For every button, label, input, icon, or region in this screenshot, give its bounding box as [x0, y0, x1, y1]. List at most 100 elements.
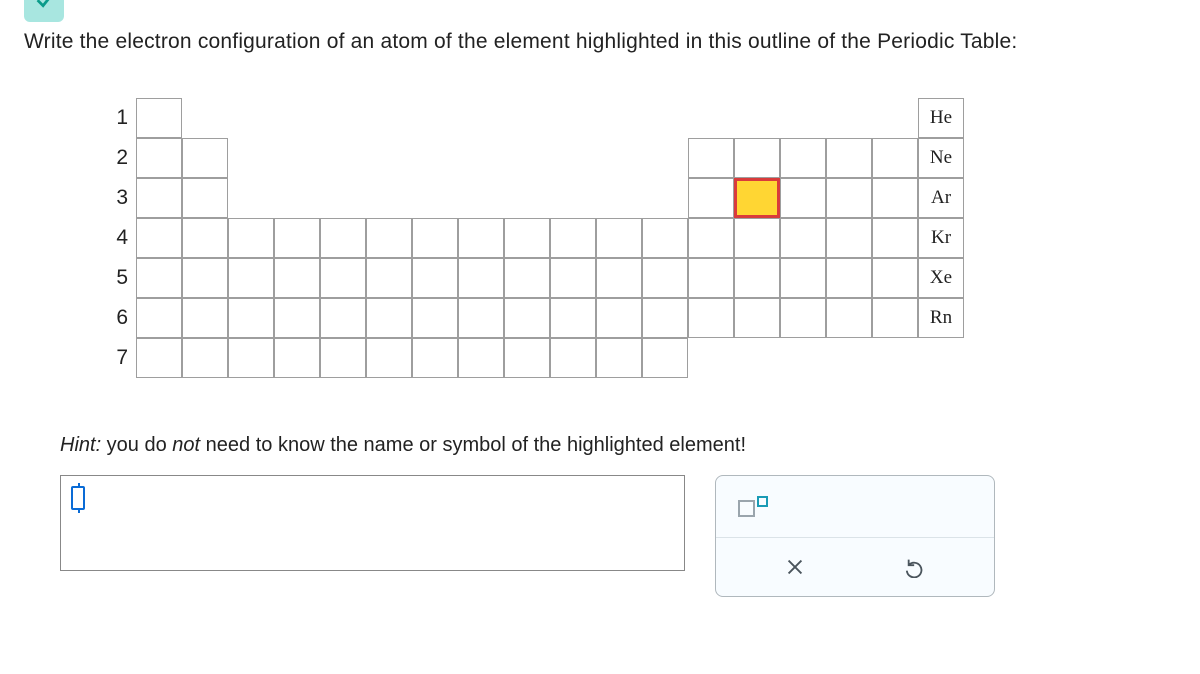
- tools-panel: [715, 475, 995, 597]
- pt-cell-Kr: Kr: [918, 218, 964, 258]
- period-label: 7: [98, 346, 128, 370]
- tools-bottom: [716, 538, 994, 596]
- pt-cell: [826, 298, 872, 338]
- pt-cell: [136, 298, 182, 338]
- period-label: 1: [98, 106, 128, 130]
- superscript-base-icon: [738, 500, 755, 517]
- pt-cell: [274, 258, 320, 298]
- pt-cell: [274, 338, 320, 378]
- pt-cell: [228, 338, 274, 378]
- pt-cell: [642, 338, 688, 378]
- status-check-icon: [24, 0, 64, 22]
- pt-cell: [182, 258, 228, 298]
- pt-cell: [366, 258, 412, 298]
- pt-cell-Ne: Ne: [918, 138, 964, 178]
- undo-icon: [905, 556, 927, 578]
- period-label: 6: [98, 306, 128, 330]
- pt-cell: [550, 338, 596, 378]
- hint-text: Hint: you do not need to know the name o…: [60, 434, 1200, 457]
- pt-cell: [136, 138, 182, 178]
- pt-cell: [182, 138, 228, 178]
- pt-cell: [596, 298, 642, 338]
- pt-cell: [274, 298, 320, 338]
- text-cursor-icon: [71, 486, 85, 510]
- pt-cell-highlighted: [734, 178, 780, 218]
- answer-row: [60, 475, 1200, 597]
- pt-cell: [596, 338, 642, 378]
- pt-cell: [136, 338, 182, 378]
- tools-top: [716, 476, 994, 538]
- pt-cell-He: He: [918, 98, 964, 138]
- hint-label: Hint:: [60, 434, 101, 456]
- pt-cell: [872, 138, 918, 178]
- pt-cell: [504, 338, 550, 378]
- pt-cell: [780, 258, 826, 298]
- pt-cell: [826, 258, 872, 298]
- pt-cell: [458, 218, 504, 258]
- close-icon: [784, 556, 806, 578]
- pt-cell: [688, 218, 734, 258]
- period-label: 5: [98, 266, 128, 290]
- pt-cell: [872, 178, 918, 218]
- pt-cell: [688, 258, 734, 298]
- pt-cell: [596, 258, 642, 298]
- pt-cell: [504, 298, 550, 338]
- pt-cell: [504, 258, 550, 298]
- pt-cell: [228, 298, 274, 338]
- pt-cell: [550, 258, 596, 298]
- period-label: 4: [98, 226, 128, 250]
- pt-cell: [550, 218, 596, 258]
- hint-part1: you do: [101, 434, 172, 456]
- superscript-exp-icon: [757, 496, 768, 507]
- clear-button[interactable]: [769, 549, 821, 585]
- pt-cell: [320, 338, 366, 378]
- pt-cell: [734, 298, 780, 338]
- pt-cell: [182, 178, 228, 218]
- reset-button[interactable]: [890, 549, 942, 585]
- pt-cell: [136, 98, 182, 138]
- pt-cell: [320, 218, 366, 258]
- pt-cell: [366, 298, 412, 338]
- pt-cell: [182, 218, 228, 258]
- pt-cell: [458, 258, 504, 298]
- pt-cell: [642, 258, 688, 298]
- pt-cell-Ar: Ar: [918, 178, 964, 218]
- pt-cell: [780, 298, 826, 338]
- pt-cell: [458, 338, 504, 378]
- pt-cell: [688, 178, 734, 218]
- pt-cell: [136, 178, 182, 218]
- hint-not: not: [172, 434, 200, 456]
- pt-cell: [182, 338, 228, 378]
- pt-cell: [182, 298, 228, 338]
- pt-cell: [320, 298, 366, 338]
- pt-cell: [826, 218, 872, 258]
- hint-part2: need to know the name or symbol of the h…: [200, 434, 746, 456]
- pt-cell: [826, 178, 872, 218]
- pt-cell: [734, 138, 780, 178]
- pt-cell: [458, 298, 504, 338]
- pt-cell: [780, 218, 826, 258]
- pt-cell: [412, 258, 458, 298]
- pt-cell: [504, 218, 550, 258]
- pt-cell: [320, 258, 366, 298]
- pt-cell: [872, 218, 918, 258]
- pt-cell: [734, 218, 780, 258]
- pt-cell: [872, 298, 918, 338]
- pt-cell: [780, 178, 826, 218]
- question-text: Write the electron configuration of an a…: [0, 0, 1200, 54]
- pt-cell: [826, 138, 872, 178]
- pt-cell: [688, 138, 734, 178]
- period-label: 2: [98, 146, 128, 170]
- pt-cell-Xe: Xe: [918, 258, 964, 298]
- pt-cell: [596, 218, 642, 258]
- pt-cell: [550, 298, 596, 338]
- pt-cell: [734, 258, 780, 298]
- pt-cell: [642, 218, 688, 258]
- answer-input[interactable]: [60, 475, 685, 571]
- pt-cell: [228, 218, 274, 258]
- period-label: 3: [98, 186, 128, 210]
- pt-cell: [274, 218, 320, 258]
- pt-cell: [228, 258, 274, 298]
- superscript-button[interactable]: [738, 496, 768, 517]
- pt-cell: [688, 298, 734, 338]
